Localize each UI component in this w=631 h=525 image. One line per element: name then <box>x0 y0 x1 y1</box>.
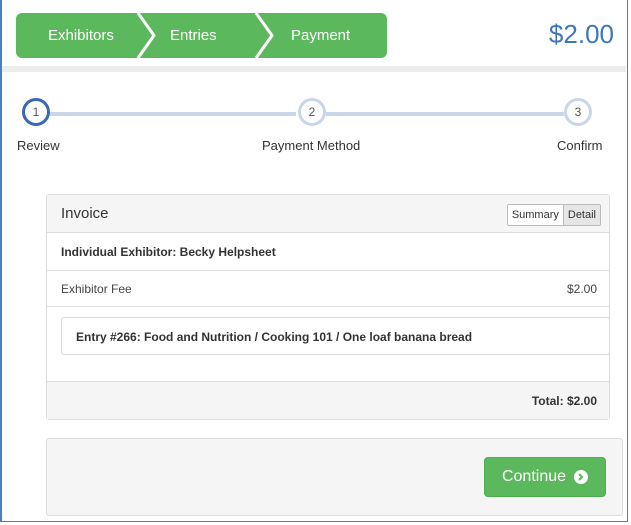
fee-row: Exhibitor Fee $2.00 <box>47 271 609 307</box>
invoice-footer: Total: $2.00 <box>47 381 609 419</box>
cart-total: $2.00 <box>548 19 614 49</box>
step-connector <box>326 112 564 116</box>
wizard-breadcrumb: Exhibitors Entries Payment <box>16 13 387 58</box>
invoice-panel: Invoice Summary Detail Individual Exhibi… <box>46 194 610 420</box>
step-2-indicator: 2 <box>298 98 326 126</box>
arrow-circle-right-icon <box>574 470 589 484</box>
view-toggle: Summary Detail <box>506 204 601 226</box>
wizard-header: Exhibitors Entries Payment $2.00 <box>2 0 626 72</box>
invoice-title: Invoice <box>61 205 109 222</box>
step-1-label: Review <box>17 138 60 153</box>
crumb-separator-icon <box>254 13 274 58</box>
step-3-label: Confirm <box>557 138 603 153</box>
entry-item: Entry #266: Food and Nutrition / Cooking… <box>61 317 610 355</box>
step-connector <box>50 112 296 116</box>
step-3-indicator: 3 <box>564 98 592 126</box>
step-1-indicator: 1 <box>22 98 50 126</box>
action-panel: Continue <box>46 438 623 516</box>
entry-label: Entry #266: Food and Nutrition / Cooking… <box>76 330 473 344</box>
crumb-payment[interactable]: Payment <box>291 13 350 58</box>
invoice-total: Total: $2.00 <box>531 394 597 408</box>
step-2-label: Payment Method <box>262 138 361 153</box>
summary-view-button[interactable]: Summary <box>507 205 564 225</box>
exhibitor-name: Individual Exhibitor: Becky Helpsheet <box>61 245 276 259</box>
fee-label: Exhibitor Fee <box>61 282 132 296</box>
crumb-entries[interactable]: Entries <box>170 13 217 58</box>
detail-view-button[interactable]: Detail <box>563 205 600 225</box>
crumb-separator-icon <box>136 13 156 58</box>
crumb-exhibitors[interactable]: Exhibitors <box>48 13 114 58</box>
fee-amount: $2.00 <box>566 282 597 296</box>
invoice-header: Invoice Summary Detail <box>47 195 609 233</box>
continue-button[interactable]: Continue <box>484 457 606 497</box>
continue-label: Continue <box>501 468 567 485</box>
exhibitor-row: Individual Exhibitor: Becky Helpsheet <box>47 233 609 271</box>
